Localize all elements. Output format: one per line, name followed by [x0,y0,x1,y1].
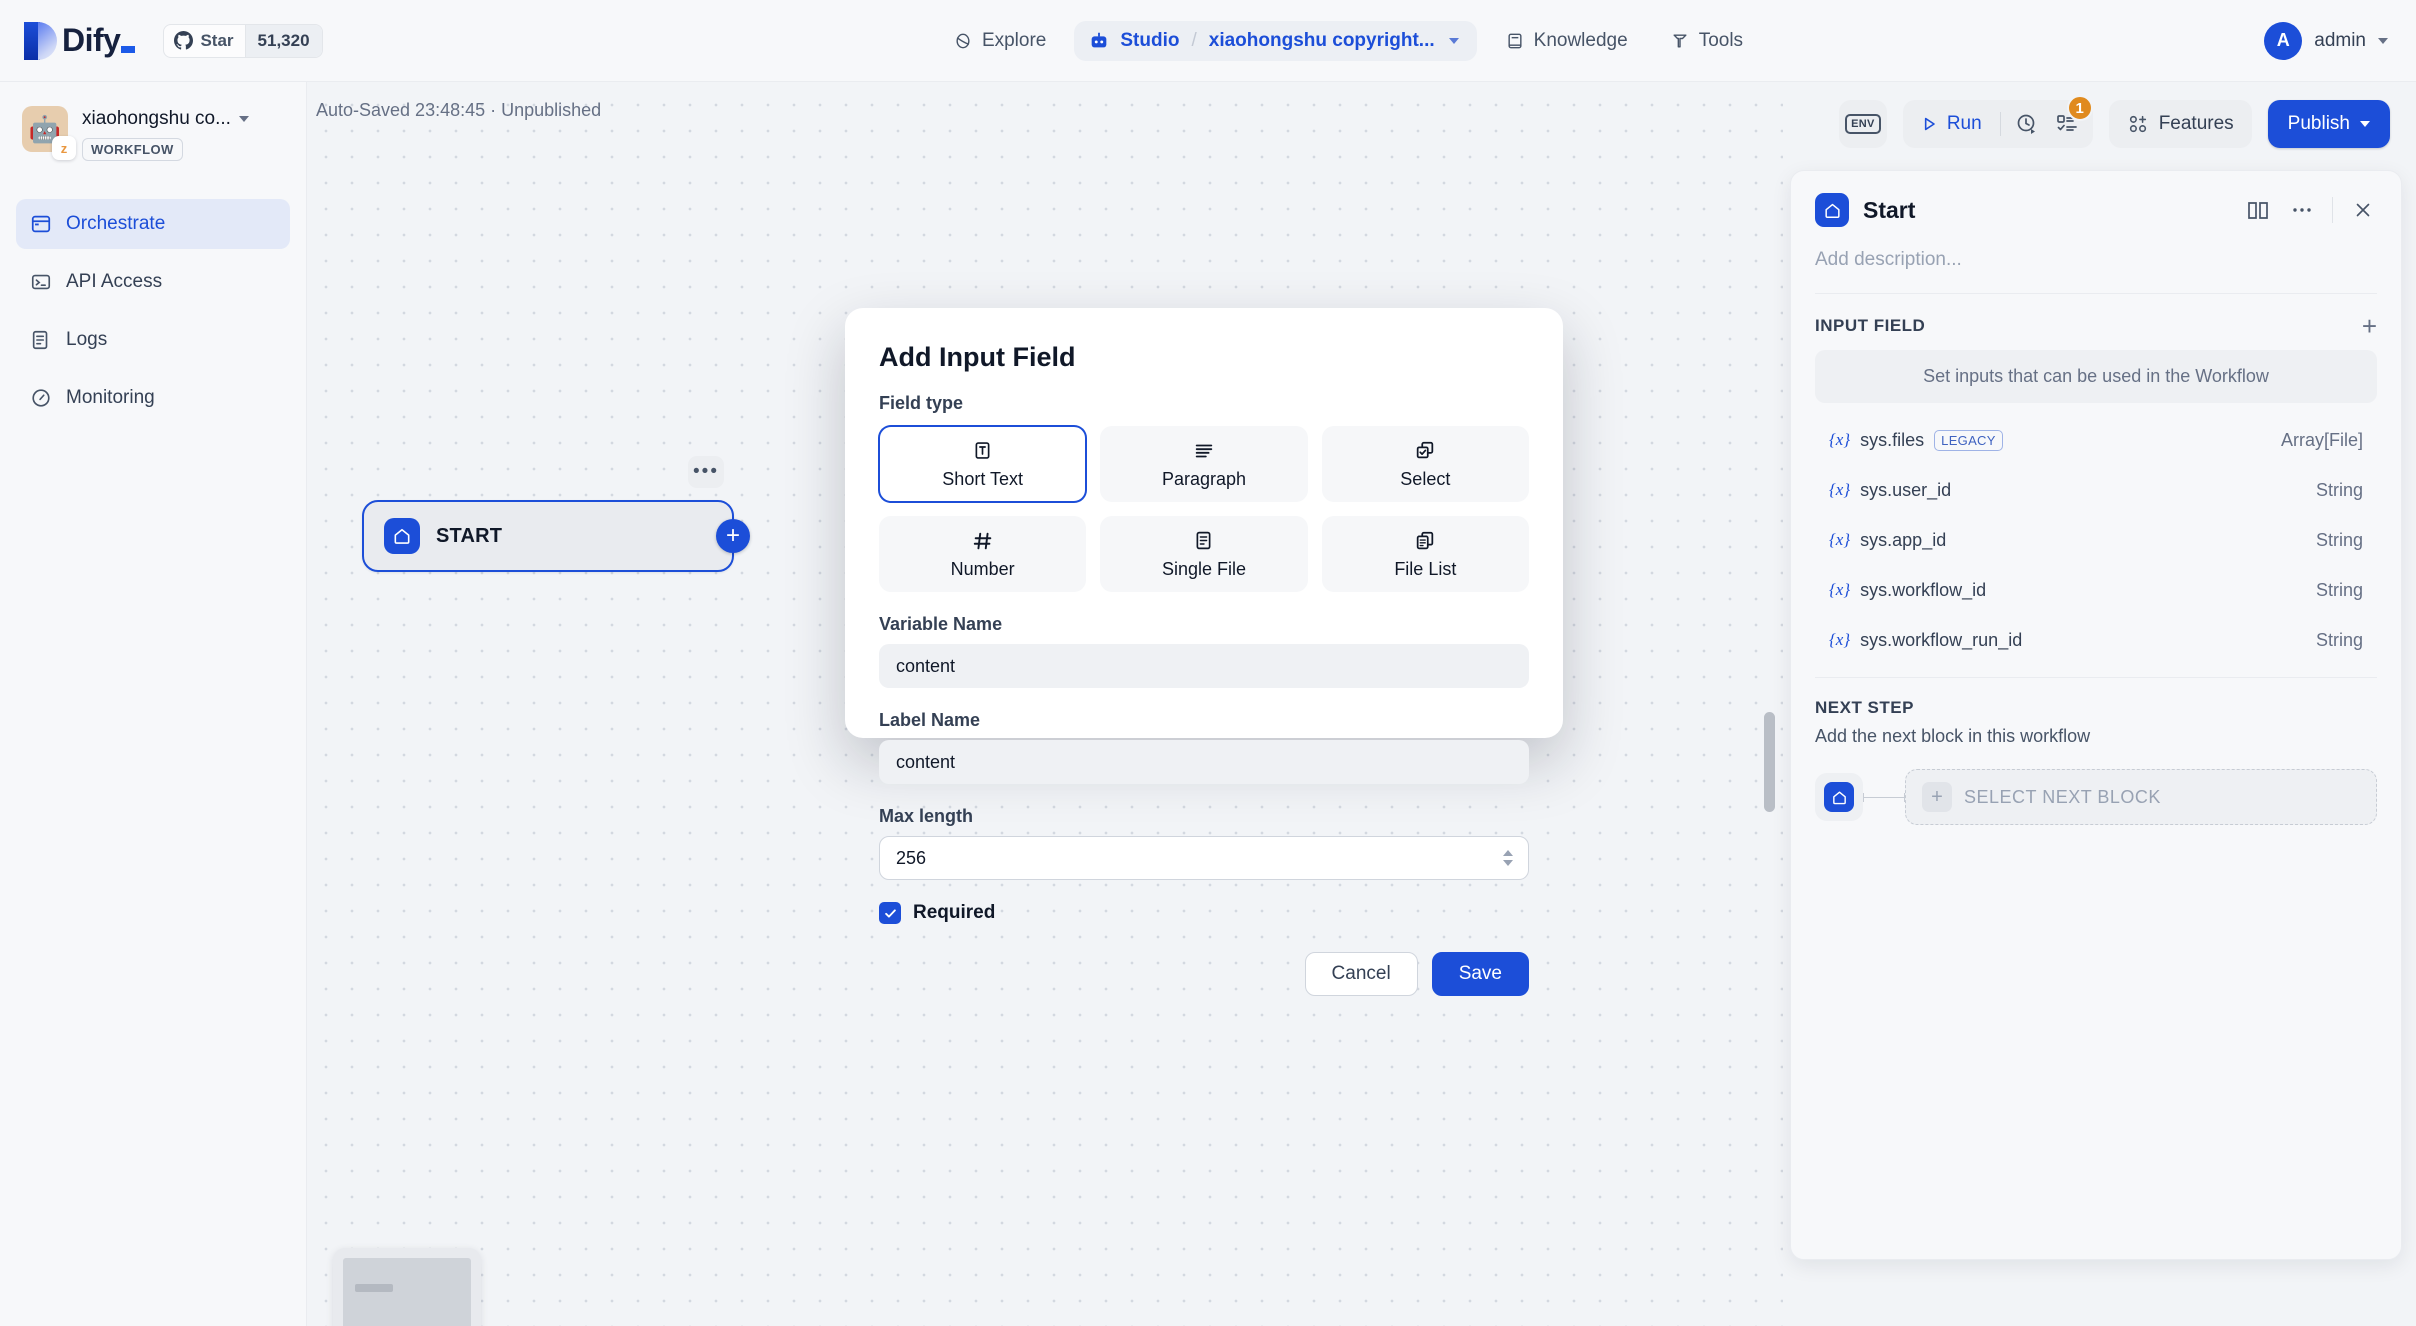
required-label: Required [913,902,996,923]
field-type-label-number: Number [950,558,1015,579]
dify-workflow-app: Dify Star 51,320 Explore Studio / xiaoho… [0,0,2416,1326]
hash-icon [972,529,994,553]
save-button[interactable]: Save [1431,952,1529,996]
modal-footer: Cancel Save [879,952,1529,996]
checkbox-stack-icon [1414,439,1436,463]
field-type-label-short-text: Short Text [942,468,1024,489]
field-type-label-select: Select [1400,468,1451,489]
stepper-down-icon[interactable] [1503,860,1513,866]
label-name-input[interactable] [879,740,1529,784]
variable-name-label: Variable Name [879,614,1003,634]
field-type-label-single-file: Single File [1161,558,1247,579]
lines-icon [1193,439,1215,463]
field-type-paragraph[interactable]: Paragraph [1100,426,1308,502]
check-icon [884,908,896,918]
max-length-label: Max length [879,806,974,826]
field-type-label-paragraph: Paragraph [1161,468,1247,489]
file-stack-icon [1414,529,1436,553]
field-type-number[interactable]: Number [879,516,1087,592]
cancel-button[interactable]: Cancel [1304,952,1418,996]
number-stepper[interactable] [1503,850,1513,866]
variable-name-input[interactable] [879,644,1529,688]
field-type-file-list[interactable]: File List [1321,516,1529,592]
max-length-wrapper [879,836,1529,880]
required-row: Required [879,902,1529,924]
modal-title: Add Input Field [879,342,1076,372]
field-type-short-text[interactable]: Short Text [879,426,1087,502]
modal-overlay: Add Input Field Field type Short Text Pa… [0,0,2416,1326]
field-type-select[interactable]: Select [1321,426,1529,502]
required-checkbox[interactable] [879,902,901,924]
field-type-single-file[interactable]: Single File [1100,516,1308,592]
add-input-field-modal: Add Input Field Field type Short Text Pa… [845,308,1563,996]
field-type-grid: Short Text Paragraph Select Number Singl… [879,426,1529,592]
max-length-input[interactable] [879,836,1529,880]
label-name-label: Label Name [879,710,981,730]
stepper-up-icon[interactable] [1503,850,1513,856]
file-icon [1193,529,1214,553]
text-box-icon [972,439,993,463]
field-type-label: Field type [879,393,964,413]
field-type-label-file-list: File List [1394,558,1457,579]
